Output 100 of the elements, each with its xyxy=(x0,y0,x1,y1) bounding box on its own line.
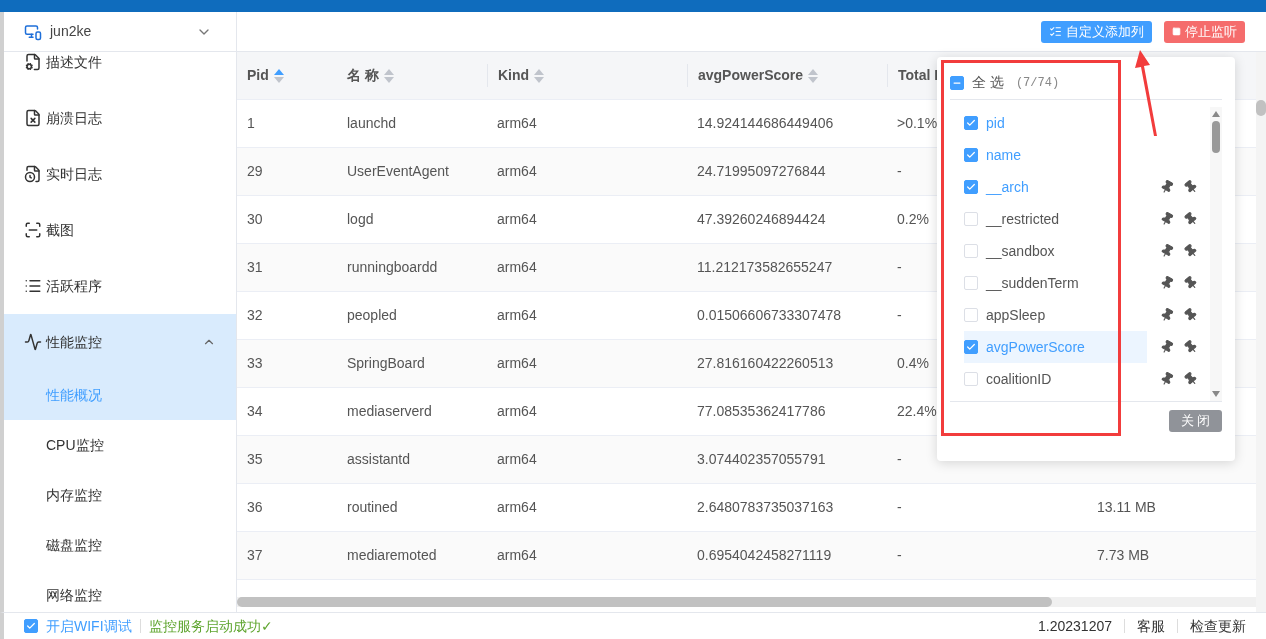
table-cell-text: 22.4% xyxy=(897,402,937,421)
select-all-label[interactable]: 全 选 xyxy=(972,72,1004,93)
column-checkbox[interactable] xyxy=(964,116,978,130)
menu-item[interactable]: 性能监控 xyxy=(4,314,236,370)
column-header: Total I xyxy=(898,66,939,85)
table-cell-text: 14.924144686449406 xyxy=(697,114,834,133)
check-icon xyxy=(966,182,976,192)
menu-icon xyxy=(24,165,42,183)
sort-icon[interactable] xyxy=(807,67,820,84)
version-text: 1.20231207 xyxy=(1038,616,1112,636)
table-cell-text: arm64 xyxy=(497,402,537,421)
column-header: Kind xyxy=(498,66,530,85)
table-cell-text: - xyxy=(897,306,902,325)
table-cell-text: 2.6480783735037163 xyxy=(697,498,834,517)
table-cell-text: 11.212173582655247 xyxy=(697,258,833,277)
menu-icon xyxy=(24,277,42,295)
device-icon xyxy=(24,22,42,41)
table-cell-text: UserEventAgent xyxy=(347,162,449,181)
column-checkbox[interactable] xyxy=(964,340,978,354)
table-cell-text: - xyxy=(897,546,902,565)
table-cell-text: >0.1% xyxy=(897,114,938,133)
table-cell-text: 36 xyxy=(247,498,263,517)
column-checkbox[interactable] xyxy=(964,180,978,194)
table-cell-text: 30 xyxy=(247,210,263,229)
table-cell-text: 7.73 MB xyxy=(1097,546,1150,565)
vertical-scrollbar[interactable] xyxy=(1256,52,1266,612)
table-cell-text: 35 xyxy=(247,450,263,469)
table-cell-text: 27.816160422260513 xyxy=(697,354,834,373)
table-cell-text: - xyxy=(897,498,902,517)
column-header: 名 称 xyxy=(347,66,379,85)
status-message: 监控服务启动成功✓ xyxy=(148,616,273,636)
table-cell-text: 24.71995097276844 xyxy=(697,162,826,181)
table-cell-text: arm64 xyxy=(497,114,537,133)
table-cell-text: routined xyxy=(347,498,398,517)
sort-icon[interactable] xyxy=(272,67,285,84)
table-cell-text: 0.4% xyxy=(897,354,929,373)
table-cell-text: assistantd xyxy=(347,450,411,469)
menu-icon xyxy=(24,53,42,71)
table-cell-text: 0.6954042458271119 xyxy=(697,546,832,565)
table-cell-text: 47.39260246894424 xyxy=(697,210,826,229)
table-cell-text: peopled xyxy=(347,306,397,325)
table-cell-text: launchd xyxy=(347,114,397,133)
table-cell-text: 32 xyxy=(247,306,263,325)
footer-link[interactable]: 客服 xyxy=(1137,615,1165,637)
table-cell-text: 34 xyxy=(247,402,263,421)
table-cell-text: 29 xyxy=(247,162,263,181)
table-cell-text: 0.01506606733307478 xyxy=(697,306,842,325)
table-cell-text: 37 xyxy=(247,546,263,565)
check-icon xyxy=(966,150,976,160)
table-cell-text: - xyxy=(897,258,902,277)
stop-icon xyxy=(1172,27,1181,36)
column-option[interactable]: __sandbox xyxy=(964,235,1147,267)
table-cell-text: mediaserverd xyxy=(347,402,432,421)
column-option[interactable]: __suddenTerm xyxy=(964,267,1147,299)
horizontal-scrollbar[interactable] xyxy=(237,597,1256,607)
table-cell-text: 1 xyxy=(247,114,255,133)
scroll-thumb[interactable] xyxy=(1212,121,1220,153)
list-icon xyxy=(1049,25,1062,38)
table-cell-text: runningboardd xyxy=(347,258,438,277)
table-cell-text: arm64 xyxy=(497,258,537,277)
table-cell-text: arm64 xyxy=(497,306,537,325)
column-checkbox[interactable] xyxy=(964,148,978,162)
table-cell-text: arm64 xyxy=(497,210,537,229)
table-cell-text: 31 xyxy=(247,258,263,277)
table-cell-text: arm64 xyxy=(497,162,537,181)
column-header: Pid xyxy=(247,66,269,85)
footer-link[interactable]: 检查更新 xyxy=(1190,615,1246,637)
wifi-checkbox[interactable] xyxy=(24,619,38,633)
check-icon xyxy=(966,342,976,352)
table-cell-text: mediaremoted xyxy=(347,546,437,565)
table-cell-text: 3.074402357055791 xyxy=(697,450,826,469)
table-cell-text: arm64 xyxy=(497,498,537,517)
menu-icon xyxy=(24,333,42,351)
select-all-checkbox[interactable] xyxy=(950,75,964,90)
table-cell-text: logd xyxy=(347,210,374,229)
selection-count: (7/74) xyxy=(1015,74,1060,92)
table-cell-text: SpringBoard xyxy=(347,354,425,373)
table-cell-text: 33 xyxy=(247,354,263,373)
check-icon xyxy=(26,621,36,631)
menu-icon xyxy=(24,221,42,239)
table-cell-text: arm64 xyxy=(497,546,537,565)
scroll-up-icon xyxy=(1212,111,1220,117)
table-cell-text: - xyxy=(897,162,902,181)
table-cell-text: - xyxy=(897,450,902,469)
column-header: avgPowerScore xyxy=(698,66,804,85)
table-cell-text: 13.11 MB xyxy=(1097,498,1156,517)
column-option[interactable]: coalitionID xyxy=(964,363,1147,395)
device-name: jun2ke xyxy=(50,22,92,41)
list-scrollbar[interactable] xyxy=(1210,107,1222,401)
sort-icon[interactable] xyxy=(533,67,546,84)
table-cell-text: 0.2% xyxy=(897,210,929,229)
column-option[interactable]: appSleep xyxy=(964,299,1147,331)
table-cell-text: arm64 xyxy=(497,354,537,373)
menu-icon xyxy=(24,109,42,127)
column-option[interactable]: __restricted xyxy=(964,203,1147,235)
sort-icon[interactable] xyxy=(382,67,395,84)
scroll-down-icon xyxy=(1212,391,1220,397)
table-cell-text: arm64 xyxy=(497,450,537,469)
check-icon xyxy=(966,118,976,128)
table-cell-text: 77.08535362417786 xyxy=(697,402,826,421)
